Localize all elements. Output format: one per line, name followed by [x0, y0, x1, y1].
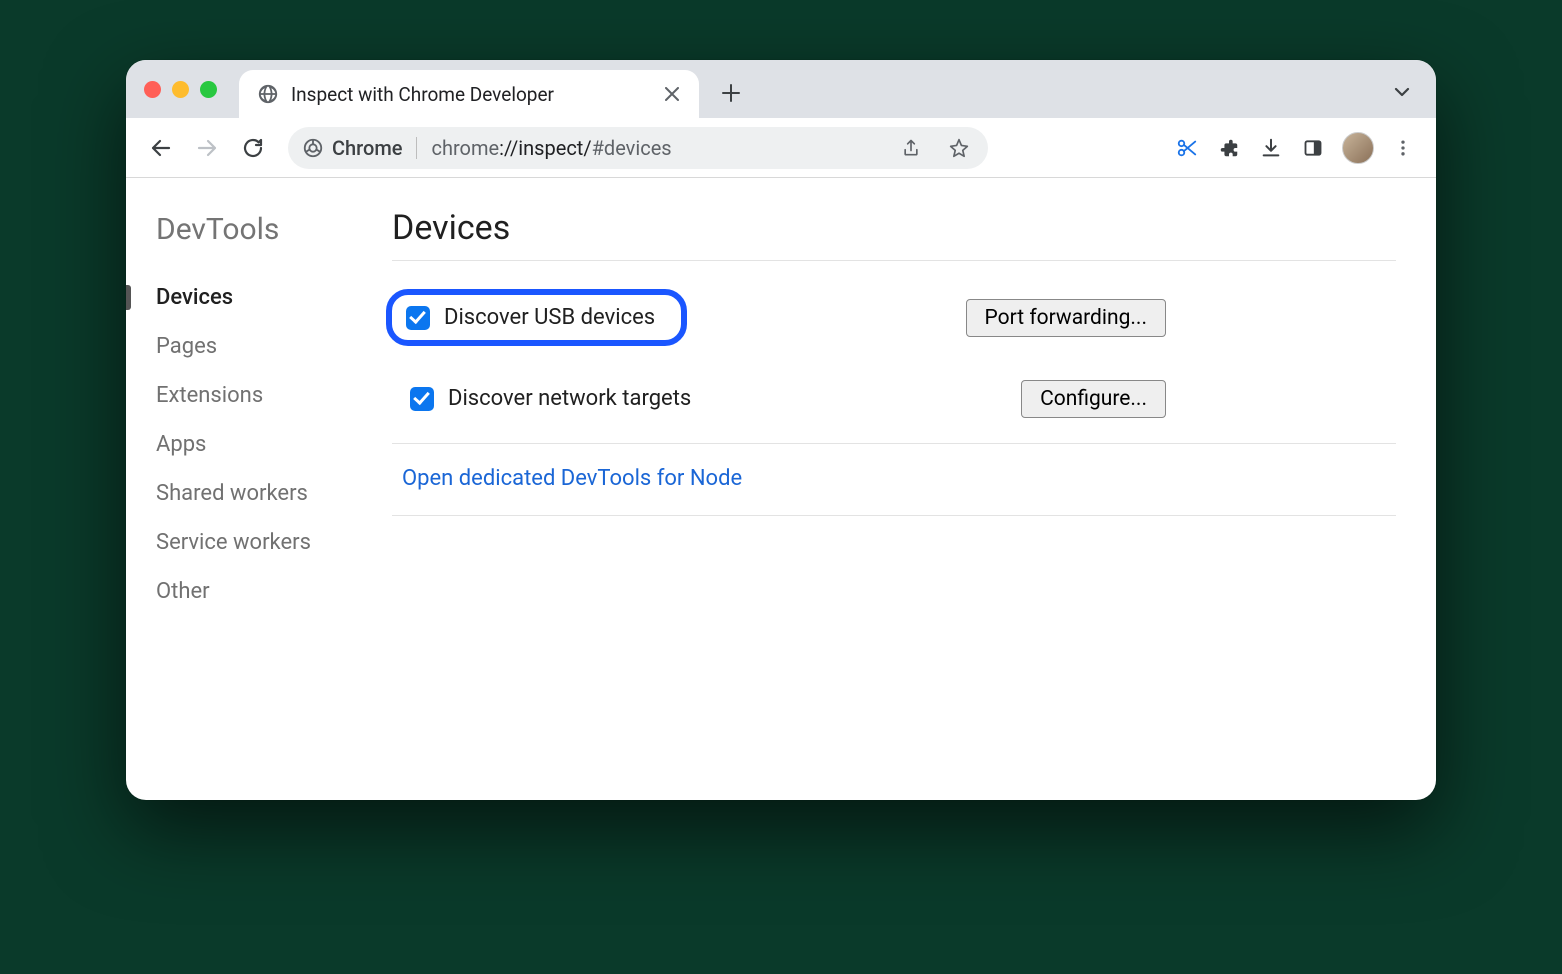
checkbox-label: Discover network targets [448, 386, 691, 411]
page-content: DevTools Devices Pages Extensions Apps S… [126, 178, 1436, 800]
close-tab-button[interactable] [661, 83, 683, 105]
node-link-row: Open dedicated DevTools for Node [392, 444, 1396, 516]
profile-avatar[interactable] [1342, 132, 1374, 164]
chevron-down-icon [1392, 82, 1412, 102]
share-icon [901, 138, 921, 158]
new-tab-button[interactable] [717, 79, 745, 107]
open-node-devtools-link[interactable]: Open dedicated DevTools for Node [402, 466, 742, 491]
port-forwarding-button[interactable]: Port forwarding... [966, 299, 1166, 337]
discover-usb-checkbox[interactable]: Discover USB devices [386, 289, 687, 346]
titlebar: Inspect with Chrome Developer [126, 60, 1436, 118]
download-icon [1260, 137, 1282, 159]
discover-network-checkbox[interactable]: Discover network targets [392, 378, 709, 419]
reload-icon [241, 136, 265, 160]
forward-button[interactable] [186, 127, 228, 169]
network-row: Discover network targets Configure... [392, 368, 1396, 444]
address-bar[interactable]: Chrome chrome://inspect/#devices [288, 127, 988, 169]
chrome-icon [302, 137, 324, 159]
browser-tab[interactable]: Inspect with Chrome Developer [239, 70, 699, 118]
checkbox-icon [406, 306, 430, 330]
kebab-icon [1393, 138, 1413, 158]
checkbox-label: Discover USB devices [444, 305, 655, 330]
reload-button[interactable] [232, 127, 274, 169]
page-title: Devices [392, 208, 1396, 248]
extensions-button[interactable] [1210, 129, 1248, 167]
tab-search-button[interactable] [1392, 82, 1412, 102]
sidebar-item-devices[interactable]: Devices [156, 273, 364, 322]
checkbox-icon [410, 387, 434, 411]
sidebar-item-label: Apps [156, 432, 206, 457]
sidebar-item-label: Service workers [156, 530, 311, 555]
sidebar-item-apps[interactable]: Apps [156, 420, 364, 469]
scissors-icon [1176, 137, 1198, 159]
tab-title: Inspect with Chrome Developer [291, 83, 649, 106]
sidebar-heading: DevTools [156, 212, 364, 247]
sidebar-item-service-workers[interactable]: Service workers [156, 518, 364, 567]
back-button[interactable] [140, 127, 182, 169]
window-maximize-button[interactable] [200, 81, 217, 98]
configure-button[interactable]: Configure... [1021, 380, 1166, 418]
sidebar-item-label: Shared workers [156, 481, 308, 506]
scissors-extension-button[interactable] [1168, 129, 1206, 167]
sidebar-item-shared-workers[interactable]: Shared workers [156, 469, 364, 518]
arrow-right-icon [195, 136, 219, 160]
share-button[interactable] [892, 129, 930, 167]
sidepanel-button[interactable] [1294, 129, 1332, 167]
star-icon [949, 138, 969, 158]
divider [392, 260, 1396, 261]
sidebar-item-pages[interactable]: Pages [156, 322, 364, 371]
panel-icon [1303, 138, 1323, 158]
active-marker [126, 285, 131, 310]
sidebar-item-label: Devices [156, 285, 233, 310]
plus-icon [722, 84, 740, 102]
usb-row: Discover USB devices Port forwarding... [392, 279, 1396, 368]
separator [416, 137, 417, 159]
sidebar-item-label: Other [156, 579, 210, 604]
main-panel: Devices Discover USB devices Port forwar… [386, 178, 1436, 800]
sidebar-item-extensions[interactable]: Extensions [156, 371, 364, 420]
close-icon [665, 87, 679, 101]
puzzle-icon [1218, 137, 1240, 159]
downloads-button[interactable] [1252, 129, 1290, 167]
sidebar-item-other[interactable]: Other [156, 567, 364, 616]
arrow-left-icon [149, 136, 173, 160]
sidebar-item-label: Extensions [156, 383, 263, 408]
sidebar-item-label: Pages [156, 334, 217, 359]
site-chip[interactable]: Chrome [302, 136, 402, 160]
toolbar: Chrome chrome://inspect/#devices [126, 118, 1436, 178]
site-chip-label: Chrome [332, 136, 402, 160]
sidebar: DevTools Devices Pages Extensions Apps S… [126, 178, 386, 800]
globe-icon [257, 83, 279, 105]
url-text: chrome://inspect/#devices [431, 136, 671, 160]
window-close-button[interactable] [144, 81, 161, 98]
browser-window: Inspect with Chrome Developer Chrome [126, 60, 1436, 800]
toolbar-right [1168, 129, 1422, 167]
menu-button[interactable] [1384, 129, 1422, 167]
window-controls [144, 81, 217, 98]
bookmark-button[interactable] [940, 129, 978, 167]
window-minimize-button[interactable] [172, 81, 189, 98]
